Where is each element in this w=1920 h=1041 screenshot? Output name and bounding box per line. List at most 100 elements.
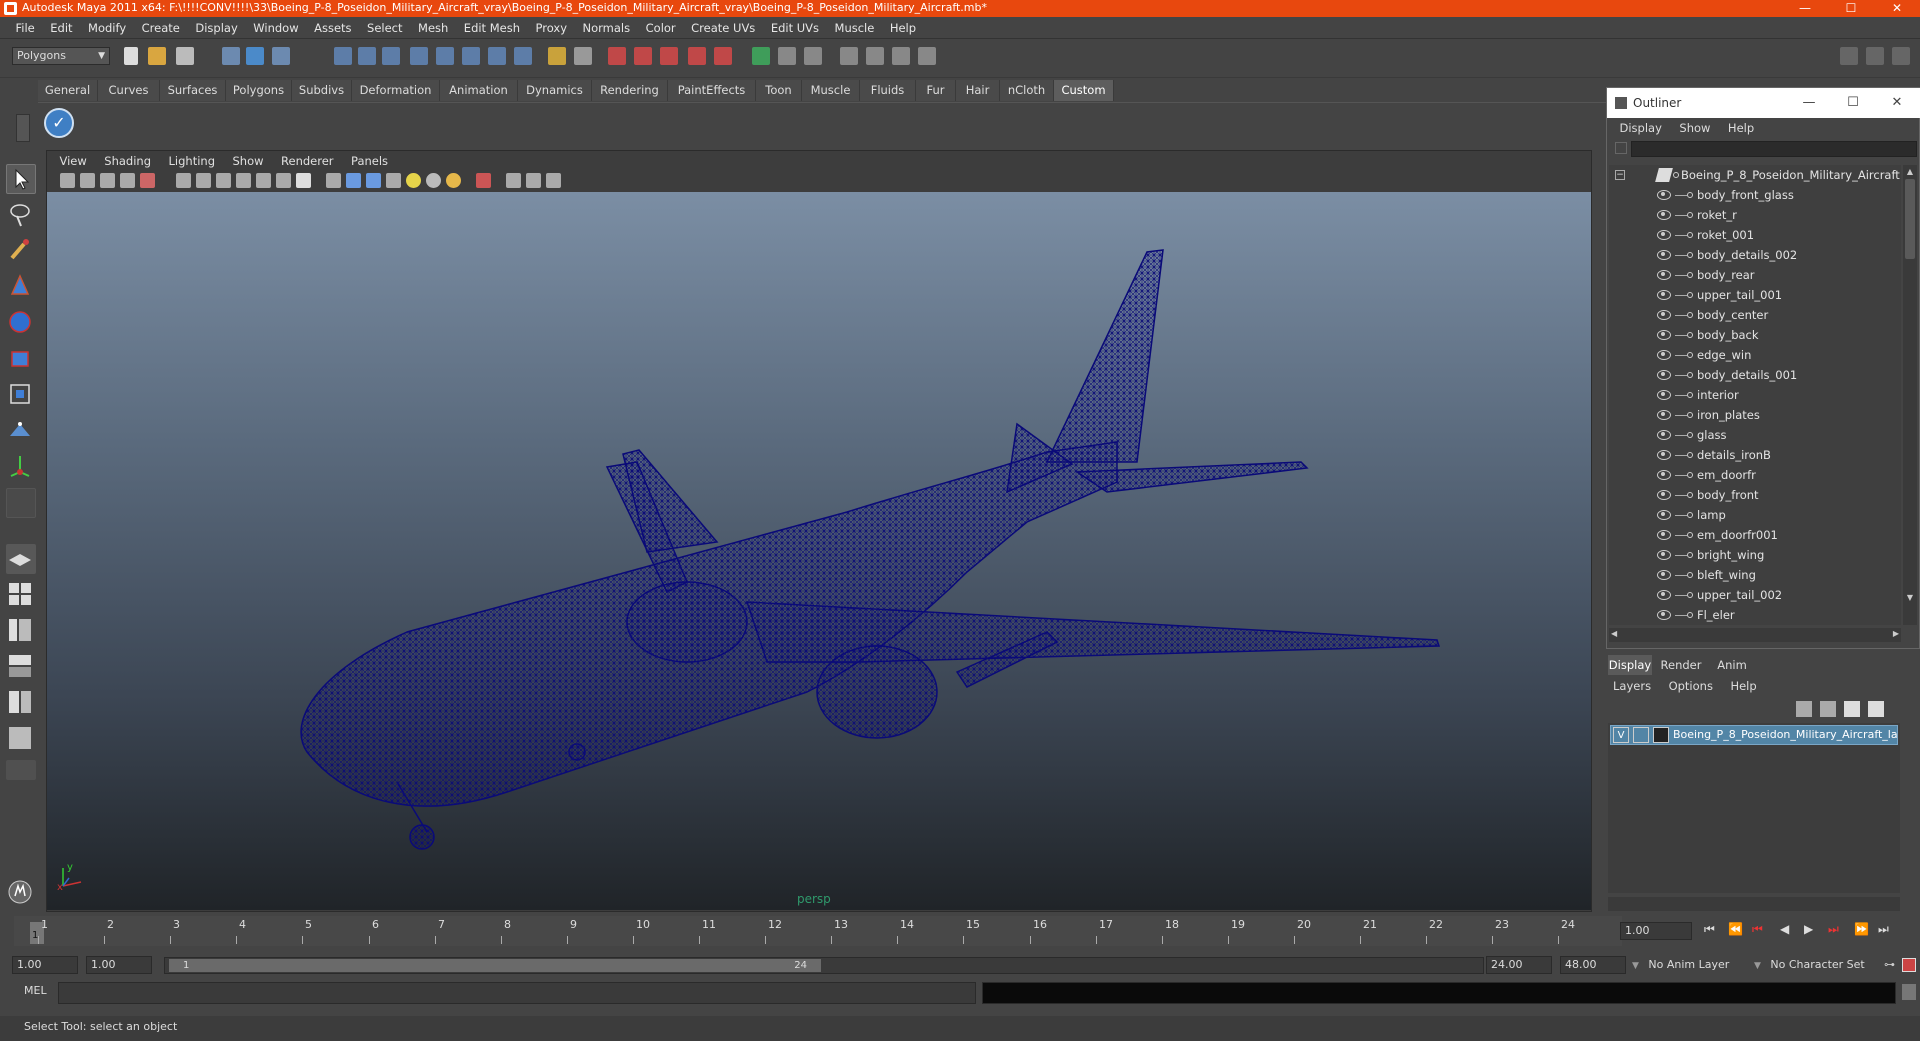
animation-start-field[interactable]: 1.00 — [12, 956, 78, 974]
tab-general[interactable]: General — [38, 80, 98, 101]
input-icon[interactable] — [548, 47, 566, 65]
viewport-menu-renderer[interactable]: Renderer — [274, 152, 341, 170]
outliner-horizontal-scrollbar[interactable]: ◀ ▶ — [1609, 628, 1901, 642]
shelf-handle[interactable] — [0, 78, 38, 144]
rotate-tool-icon[interactable] — [6, 308, 36, 338]
new-layer-selected-icon[interactable] — [1820, 701, 1836, 717]
shadows-icon[interactable] — [446, 173, 461, 188]
tool-settings-icon[interactable] — [804, 47, 822, 65]
show-manipulator-icon[interactable] — [6, 452, 36, 482]
lasso-tool-icon[interactable] — [6, 200, 36, 230]
gate-mask-icon[interactable] — [236, 173, 251, 188]
outliner-search-input[interactable] — [1631, 141, 1917, 157]
ipr-render-icon[interactable] — [634, 47, 652, 65]
scroll-down-icon[interactable]: ▼ — [1905, 593, 1915, 603]
outliner-item[interactable]: body_details_001 — [1609, 365, 1901, 385]
safe-title-icon[interactable] — [296, 173, 311, 188]
tab-toon[interactable]: Toon — [756, 80, 802, 101]
universal-manipulator-icon[interactable] — [6, 380, 36, 410]
filter-icon[interactable] — [1615, 142, 1627, 154]
snap-grid-icon[interactable] — [334, 47, 352, 65]
outliner-item[interactable]: bleft_wing — [1609, 565, 1901, 585]
range-slider-handle[interactable]: 1 24 — [169, 959, 821, 972]
isolate-select-icon[interactable] — [476, 173, 491, 188]
step-back-key-icon[interactable]: ⏮ — [1752, 922, 1763, 937]
toolbox-collapse-icon[interactable] — [6, 760, 36, 780]
tab-rendering[interactable]: Rendering — [592, 80, 668, 101]
go-to-end-icon[interactable]: ⏭ — [1878, 922, 1889, 937]
attr-toggle-icon[interactable] — [1892, 47, 1910, 65]
viewport-menu-view[interactable]: View — [53, 152, 94, 170]
key-icon[interactable]: ⊶ — [1884, 958, 1898, 972]
layer-color-swatch[interactable] — [1653, 727, 1669, 743]
hud-icon[interactable] — [546, 173, 561, 188]
snap-plane-icon[interactable] — [410, 47, 428, 65]
layer-type-toggle[interactable] — [1633, 727, 1649, 743]
all-lights-icon[interactable] — [426, 173, 441, 188]
render-settings-icon[interactable] — [660, 47, 678, 65]
viewport-menu-panels[interactable]: Panels — [344, 152, 395, 170]
menu-create-uvs[interactable]: Create UVs — [685, 17, 761, 39]
outliner-item[interactable]: lamp — [1609, 505, 1901, 525]
step-forward-frame-icon[interactable]: ⏩ — [1854, 922, 1869, 936]
xray-icon[interactable] — [506, 173, 521, 188]
resolution-gate-icon[interactable] — [216, 173, 231, 188]
single-perspective-layout-icon[interactable] — [6, 544, 36, 574]
outliner-menu-show[interactable]: Show — [1672, 118, 1717, 138]
smooth-shade-icon[interactable] — [346, 173, 361, 188]
outliner-item[interactable]: bright_wing — [1609, 545, 1901, 565]
safe-action-icon[interactable] — [276, 173, 291, 188]
menu-display[interactable]: Display — [189, 17, 243, 39]
viewport-menu-show[interactable]: Show — [226, 152, 271, 170]
tab-ncloth[interactable]: nCloth — [1000, 80, 1054, 101]
tab-dynamics[interactable]: Dynamics — [518, 80, 592, 101]
outliner-item[interactable]: upper_tail_002 — [1609, 585, 1901, 605]
tab-fluids[interactable]: Fluids — [860, 80, 916, 101]
outliner-item[interactable]: body_rear — [1609, 265, 1901, 285]
outliner-menu-help[interactable]: Help — [1721, 118, 1761, 138]
new-scene-icon[interactable] — [124, 47, 138, 65]
menu-muscle[interactable]: Muscle — [829, 17, 881, 39]
perspective-viewport[interactable]: persp y x — [47, 192, 1591, 910]
outliner-item[interactable]: edge_win — [1609, 345, 1901, 365]
layer-menu-options[interactable]: Options — [1662, 676, 1720, 696]
minimize-button[interactable]: — — [1782, 0, 1828, 17]
tab-painteffects[interactable]: PaintEffects — [668, 80, 756, 101]
tab-hair[interactable]: Hair — [956, 80, 1000, 101]
channel-box-icon[interactable] — [840, 47, 858, 65]
layout-icon[interactable] — [918, 47, 936, 65]
scroll-thumb[interactable] — [1905, 179, 1915, 259]
outliner-menu-display[interactable]: Display — [1613, 118, 1669, 138]
range-slider-track[interactable]: 1 24 — [164, 957, 1484, 974]
snap-point-icon[interactable] — [382, 47, 400, 65]
channel-box-toggle-icon[interactable] — [1866, 47, 1884, 65]
command-language-label[interactable]: MEL — [24, 984, 47, 997]
menu-modify[interactable]: Modify — [82, 17, 132, 39]
layer-horizontal-scrollbar[interactable] — [1608, 897, 1900, 911]
tab-polygons[interactable]: Polygons — [226, 80, 292, 101]
character-set-selector[interactable]: ▼ No Character Set — [1754, 956, 1884, 974]
scroll-left-icon[interactable]: ◀ — [1611, 629, 1617, 638]
outliner-item[interactable]: interior — [1609, 385, 1901, 405]
animation-end-field[interactable]: 48.00 — [1560, 956, 1626, 974]
outliner-item[interactable]: body_front — [1609, 485, 1901, 505]
outliner-item[interactable]: body_front_glass — [1609, 185, 1901, 205]
tab-fur[interactable]: Fur — [916, 80, 956, 101]
menu-help[interactable]: Help — [884, 17, 922, 39]
hypershade-layout-icon[interactable] — [6, 688, 36, 718]
select-tool-icon[interactable] — [6, 164, 36, 194]
tab-surfaces[interactable]: Surfaces — [160, 80, 226, 101]
soft-modification-icon[interactable] — [6, 416, 36, 446]
new-layer-icon[interactable] — [1796, 701, 1812, 717]
shelf-menu-icon[interactable] — [16, 114, 30, 142]
layer-visibility-toggle[interactable]: V — [1613, 727, 1629, 743]
outliner-item[interactable]: iron_plates — [1609, 405, 1901, 425]
menu-select[interactable]: Select — [361, 17, 408, 39]
graph-layout-icon[interactable] — [6, 724, 36, 754]
select-component-icon[interactable] — [272, 47, 290, 65]
play-backward-icon[interactable]: ◀ — [1780, 922, 1789, 936]
anim-layer-selector[interactable]: ▼ No Anim Layer — [1632, 956, 1754, 974]
outliner-item[interactable]: details_ironB — [1609, 445, 1901, 465]
command-input[interactable] — [58, 982, 976, 1004]
current-time-field[interactable]: 1.00 — [1620, 922, 1692, 940]
